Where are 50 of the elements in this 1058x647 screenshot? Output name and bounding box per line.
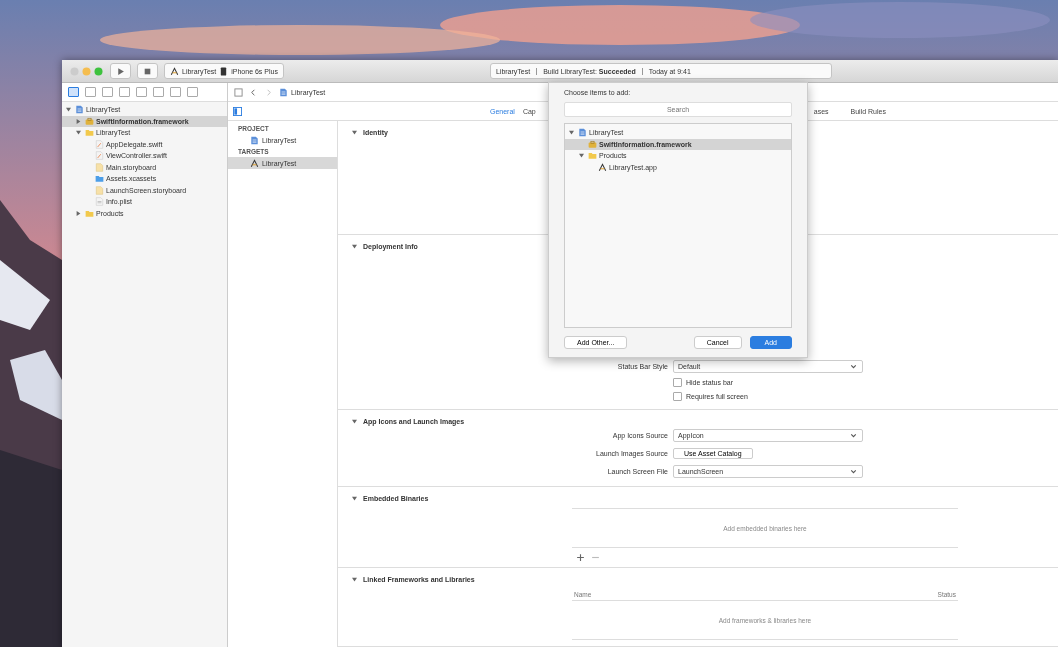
expanded-triangle-icon	[352, 243, 357, 249]
navigator-tab-icon[interactable]	[119, 87, 130, 97]
asset-folder-icon	[95, 174, 104, 184]
plist-file-icon	[95, 197, 104, 207]
project-file-icon	[578, 128, 587, 138]
swift-file-icon	[95, 151, 104, 161]
expanded-triangle-icon	[352, 577, 357, 582]
app-target-icon	[598, 162, 607, 172]
folder-icon	[85, 128, 94, 138]
collapsed-triangle-icon[interactable]	[76, 118, 81, 124]
navigator-tab-icon[interactable]	[85, 87, 96, 97]
storyboard-file-icon	[95, 185, 104, 195]
stop-button[interactable]	[137, 63, 158, 79]
checkbox[interactable]	[673, 391, 682, 401]
back-icon[interactable]	[249, 87, 258, 97]
swift-file-icon	[95, 139, 104, 149]
expanded-triangle-icon[interactable]	[76, 130, 81, 136]
folder-icon	[588, 151, 597, 161]
navigator-tab-icon[interactable]	[187, 87, 198, 97]
toolbox-icon	[85, 116, 94, 126]
expanded-triangle-icon[interactable]	[579, 153, 584, 159]
phone-icon	[219, 66, 229, 76]
checkbox[interactable]	[673, 377, 682, 387]
forward-icon[interactable]	[264, 87, 273, 97]
expanded-triangle-icon[interactable]	[66, 107, 71, 113]
window-controls-drawing[interactable]	[70, 66, 104, 76]
project-file-icon	[250, 135, 259, 145]
app-target-icon	[170, 66, 179, 76]
navigator-tab-icon[interactable]	[136, 87, 147, 97]
expanded-triangle-icon	[352, 130, 357, 135]
navigator-tab-icon[interactable]	[170, 87, 181, 97]
run-button[interactable]	[110, 63, 131, 79]
project-file-icon	[279, 87, 288, 97]
stop-icon	[143, 66, 152, 76]
collapsed-triangle-icon[interactable]	[76, 210, 81, 216]
toolbox-icon	[588, 139, 597, 149]
grid-icon[interactable]	[234, 87, 243, 97]
expanded-triangle-icon	[352, 496, 357, 501]
folder-icon	[85, 208, 94, 218]
play-icon	[116, 66, 125, 76]
project-file-icon	[75, 105, 84, 115]
navigator-tab-icon[interactable]	[102, 87, 113, 97]
navigator-tab-icon[interactable]	[68, 87, 79, 97]
expanded-triangle-icon[interactable]	[569, 130, 574, 136]
navigator-tab-icon[interactable]	[153, 87, 164, 97]
add-icon[interactable]	[576, 553, 585, 562]
app-target-icon	[250, 158, 259, 168]
expanded-triangle-icon	[352, 419, 357, 425]
sidebar-toggle-icon[interactable]	[233, 106, 242, 116]
storyboard-file-icon	[95, 162, 104, 172]
